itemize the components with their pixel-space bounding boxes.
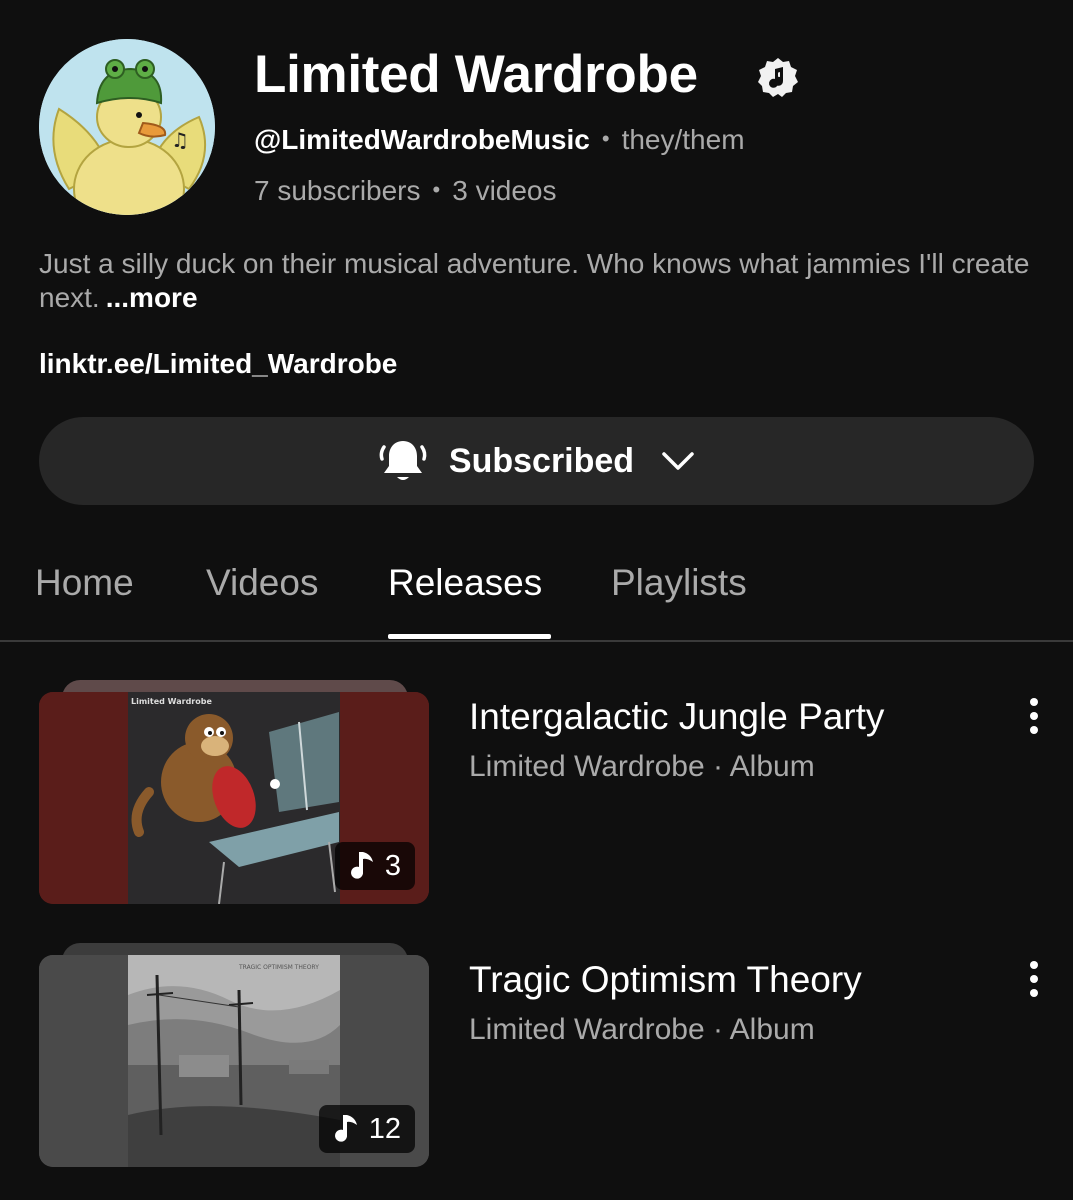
release-meta: Limited Wardrobe · Album — [469, 1013, 815, 1046]
subscribed-label: Subscribed — [448, 441, 635, 480]
cover-text: TRAGIC OPTIMISM THEORY — [238, 964, 319, 971]
music-note-icon — [334, 1115, 357, 1142]
track-count-badge: 12 — [318, 1105, 415, 1153]
more-options-icon[interactable] — [1022, 696, 1046, 736]
channel-handle: @LimitedWardrobeMusic — [254, 124, 590, 155]
handle-line: @LimitedWardrobeMusic • they/them — [254, 124, 745, 156]
channel-stats: 7 subscribers • 3 videos — [254, 175, 557, 207]
track-count: 3 — [384, 849, 401, 882]
channel-description[interactable]: Just a silly duck on their musical adven… — [39, 247, 1039, 315]
channel-external-link[interactable]: linktr.ee/Limited_Wardrobe — [39, 348, 397, 380]
release-meta: Limited Wardrobe · Album — [469, 750, 815, 783]
release-title[interactable]: Intergalactic Jungle Party — [469, 696, 884, 738]
channel-pronouns: they/them — [621, 124, 745, 155]
duck-avatar-image: ♫ — [39, 39, 215, 215]
tab-videos[interactable]: Videos — [206, 562, 318, 604]
tab-home[interactable]: Home — [35, 562, 134, 604]
channel-tabs: Home Videos Releases Playlists — [0, 548, 1073, 642]
chevron-down-icon — [662, 452, 694, 470]
channel-avatar[interactable]: ♫ — [39, 39, 215, 215]
release-thumbnail[interactable]: Limited Wardrobe 3 — [39, 692, 429, 904]
bell-icon — [379, 441, 427, 480]
active-tab-indicator — [388, 634, 551, 639]
tab-releases[interactable]: Releases — [388, 562, 542, 604]
more-options-icon[interactable] — [1022, 959, 1046, 999]
subscriber-count: 7 subscribers — [254, 175, 421, 206]
release-title[interactable]: Tragic Optimism Theory — [469, 959, 862, 1001]
release-item[interactable]: TRAGIC OPTIMISM THEORY 12 Tragic Optimis… — [0, 943, 1073, 1183]
more-link[interactable]: ...more — [106, 282, 198, 313]
music-note-icon — [350, 852, 373, 879]
svg-text:♫: ♫ — [171, 128, 189, 152]
music-note-badge-icon — [758, 58, 798, 97]
cover-text: Limited Wardrobe — [131, 697, 212, 706]
channel-page: ♫ Limited Wardrobe @LimitedWardrobeMusic… — [0, 0, 1073, 1200]
tab-playlists[interactable]: Playlists — [611, 562, 747, 604]
release-item[interactable]: Limited Wardrobe 3 Intergalactic Jungle … — [0, 680, 1073, 920]
release-thumbnail[interactable]: TRAGIC OPTIMISM THEORY 12 — [39, 955, 429, 1167]
separator-dot: • — [432, 177, 441, 202]
subscribed-button[interactable]: Subscribed — [39, 417, 1034, 505]
track-count-badge: 3 — [334, 842, 415, 890]
track-count: 12 — [368, 1112, 401, 1145]
video-count: 3 videos — [452, 175, 557, 206]
separator-dot: • — [601, 126, 610, 151]
channel-name: Limited Wardrobe — [254, 45, 698, 104]
